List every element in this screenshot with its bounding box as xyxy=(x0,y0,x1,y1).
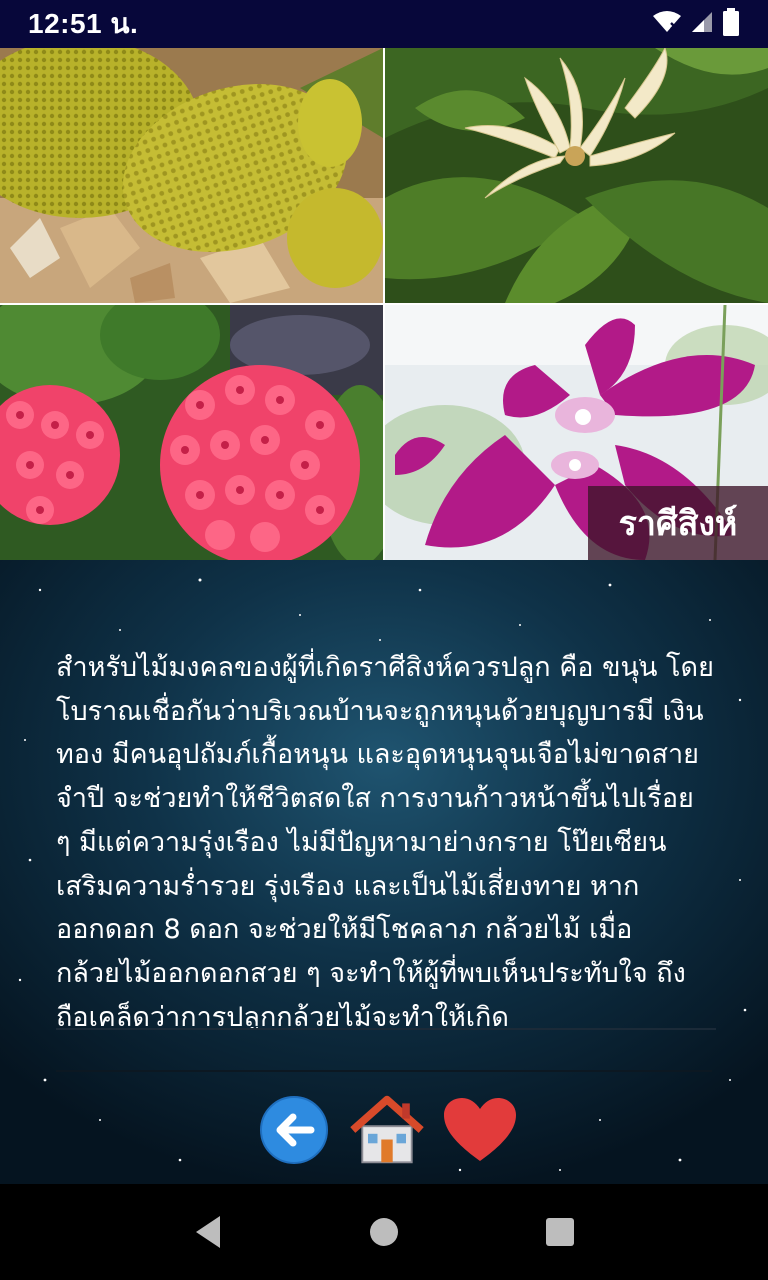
nav-recents-button[interactable] xyxy=(520,1192,600,1272)
status-time: 12:51 น. xyxy=(28,8,139,39)
back-arrow-icon xyxy=(260,1096,328,1164)
article-text: สำหรับไม้มงคลของผู้ที่เกิดราศีสิงห์ควรปล… xyxy=(56,646,716,1030)
wifi-icon xyxy=(652,10,682,38)
system-nav-bar xyxy=(0,1184,768,1280)
signal-icon xyxy=(690,10,714,38)
champak-flower-photo xyxy=(385,48,768,303)
zodiac-sign-label: ราศีสิงห์ xyxy=(588,486,768,560)
home-icon xyxy=(350,1095,424,1164)
nav-recents-icon xyxy=(546,1218,574,1246)
action-buttons xyxy=(256,1090,518,1170)
home-button[interactable] xyxy=(349,1092,425,1168)
crown-of-thorns-photo xyxy=(0,305,383,560)
status-icons xyxy=(652,8,740,40)
back-button[interactable] xyxy=(256,1092,332,1168)
heart-icon xyxy=(444,1098,516,1161)
nav-back-button[interactable] xyxy=(168,1192,248,1272)
nav-back-icon xyxy=(196,1216,220,1248)
divider xyxy=(56,1070,712,1072)
status-bar: 12:51 น. xyxy=(0,0,768,48)
battery-icon xyxy=(722,8,740,40)
favorite-button[interactable] xyxy=(442,1092,518,1168)
nav-home-button[interactable] xyxy=(344,1192,424,1272)
jackfruit-photo xyxy=(0,48,383,303)
nav-home-icon xyxy=(370,1218,398,1246)
article-section: สำหรับไม้มงคลของผู้ที่เกิดราศีสิงห์ควรปล… xyxy=(0,560,768,1184)
plant-photo-collage: ราศีสิงห์ xyxy=(0,48,768,560)
